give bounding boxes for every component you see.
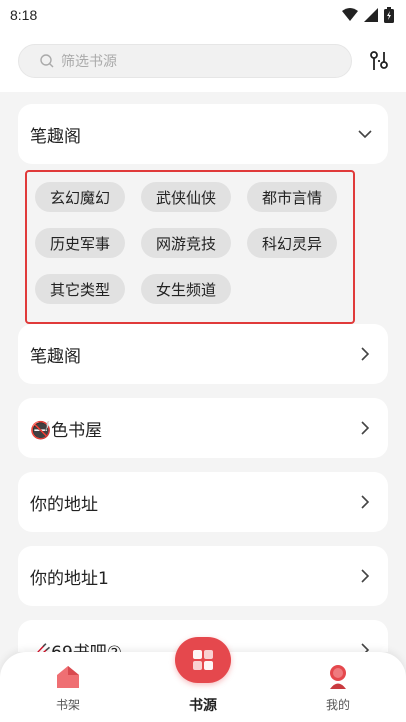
source-item[interactable]: 笔趣阁 <box>18 324 388 384</box>
status-time: 8:18 <box>10 7 38 23</box>
search-icon <box>40 54 54 68</box>
tag-chip[interactable]: 网游竞技 <box>141 228 231 258</box>
nav-mine[interactable]: 我的 <box>288 652 388 722</box>
tag-chip[interactable]: 玄幻魔幻 <box>35 182 125 212</box>
signal-icon <box>364 8 378 22</box>
nav-sources-label: 书源 <box>189 698 217 714</box>
filter-icon <box>370 51 388 70</box>
header: 筛选书源 <box>0 30 406 92</box>
sources-fab[interactable] <box>175 637 231 683</box>
category-tags: 玄幻魔幻 武侠仙侠 都市言情 历史军事 网游竞技 科幻灵异 其它类型 女生频道 <box>25 170 355 324</box>
source-item-label: 你的地址 <box>30 494 98 515</box>
chevron-right-icon <box>358 347 372 361</box>
status-bar: 8:18 <box>0 0 406 30</box>
source-item-label: 你的地址1 <box>30 568 109 589</box>
tag-chip[interactable]: 女生频道 <box>141 274 231 304</box>
chevron-down-icon[interactable] <box>358 127 372 141</box>
source-list: 笔趣阁 玄幻魔幻 武侠仙侠 都市言情 历史军事 网游竞技 科幻灵异 其它类型 女… <box>0 92 406 652</box>
tag-chip[interactable]: 历史军事 <box>35 228 125 258</box>
status-icons <box>342 7 394 23</box>
source-item-label: 笔趣阁 <box>30 346 81 367</box>
tag-chip[interactable]: 其它类型 <box>35 274 125 304</box>
search-input[interactable]: 筛选书源 <box>18 44 352 78</box>
search-placeholder: 筛选书源 <box>61 54 117 70</box>
tag-chip[interactable]: 科幻灵异 <box>247 228 337 258</box>
filter-button[interactable] <box>366 48 392 74</box>
source-item[interactable]: 🚭色书屋 <box>18 398 388 458</box>
battery-icon <box>384 7 394 23</box>
profile-icon <box>330 665 346 689</box>
nav-mine-label: 我的 <box>325 698 350 712</box>
source-item-expanded[interactable]: 笔趣阁 <box>18 104 388 164</box>
source-item[interactable]: 你的地址 <box>18 472 388 532</box>
tag-chip[interactable]: 都市言情 <box>247 182 337 212</box>
nav-bookshelf[interactable]: 书架 <box>18 652 118 722</box>
sources-icon <box>193 650 213 670</box>
source-item[interactable]: 你的地址1 <box>18 546 388 606</box>
nav-bookshelf-label: 书架 <box>55 698 80 712</box>
wifi-icon <box>342 8 358 21</box>
chevron-right-icon <box>358 421 372 435</box>
source-item-label: 🚭色书屋 <box>30 420 103 441</box>
source-item-label: 🥢69书吧② <box>30 638 122 653</box>
tag-chip[interactable]: 武侠仙侠 <box>141 182 231 212</box>
chevron-right-icon <box>358 495 372 509</box>
chevron-right-icon <box>358 569 372 583</box>
chevron-right-icon <box>358 643 372 652</box>
source-item-label: 笔趣阁 <box>30 126 81 147</box>
bookshelf-icon <box>57 666 79 688</box>
